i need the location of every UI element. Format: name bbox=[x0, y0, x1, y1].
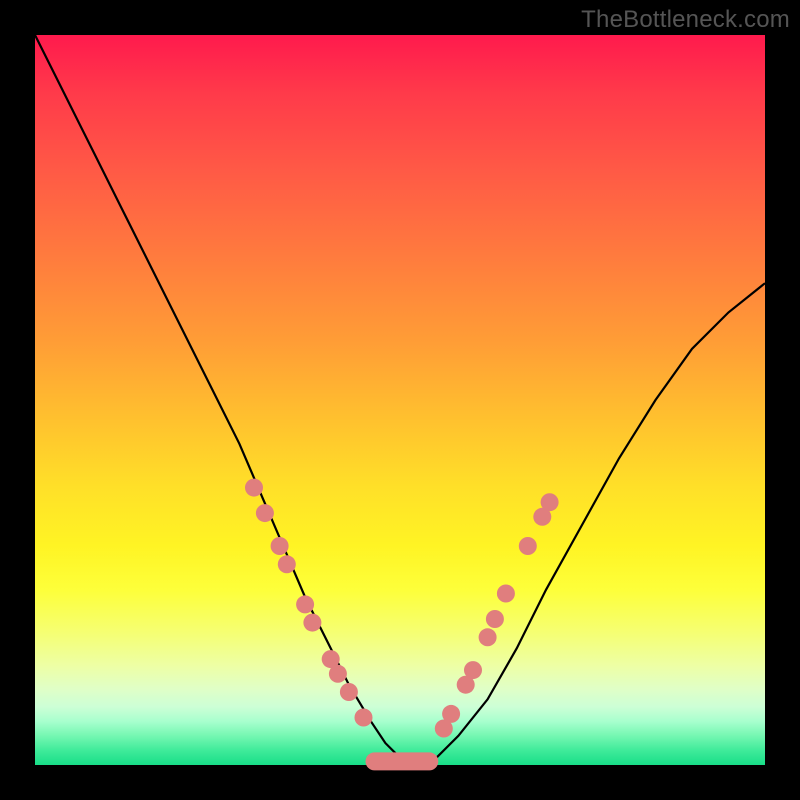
left-cluster bbox=[245, 479, 373, 727]
data-point-dot bbox=[256, 504, 274, 522]
data-point-dot bbox=[442, 705, 460, 723]
data-point-dot bbox=[355, 709, 373, 727]
data-point-dot bbox=[271, 537, 289, 555]
bottom-pill bbox=[366, 752, 439, 770]
data-point-dot bbox=[296, 595, 314, 613]
data-point-dot bbox=[278, 555, 296, 573]
data-point-dot bbox=[245, 479, 263, 497]
plot-area bbox=[35, 35, 765, 765]
bottleneck-curve bbox=[35, 35, 765, 765]
bottleneck-curve-svg bbox=[35, 35, 765, 765]
bottom-pill-shape bbox=[366, 752, 439, 770]
data-point-dot bbox=[303, 614, 321, 632]
data-point-dot bbox=[340, 683, 358, 701]
data-point-dot bbox=[497, 585, 515, 603]
data-point-dot bbox=[464, 661, 482, 679]
data-point-dot bbox=[329, 665, 347, 683]
data-point-dot bbox=[479, 628, 497, 646]
data-point-dot bbox=[541, 493, 559, 511]
data-point-dot bbox=[519, 537, 537, 555]
data-point-dot bbox=[486, 610, 504, 628]
right-cluster bbox=[435, 493, 559, 737]
chart-frame: TheBottleneck.com bbox=[0, 0, 800, 800]
watermark-text: TheBottleneck.com bbox=[581, 6, 790, 34]
